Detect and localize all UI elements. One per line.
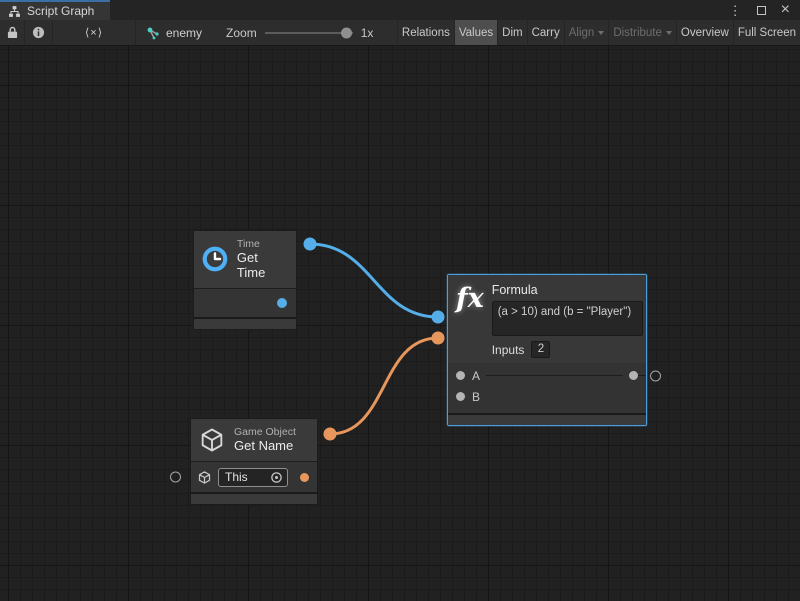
lock-icon [7, 26, 18, 39]
node-title: Formula [492, 283, 643, 297]
tabbar-spacer [110, 0, 729, 20]
tab-script-graph[interactable]: Script Graph [0, 0, 110, 20]
maximize-icon[interactable] [757, 6, 766, 15]
node-labels: Time Get Time [237, 238, 286, 281]
formula-expression-input[interactable]: (a > 10) and (b = "Player") [492, 301, 643, 336]
wire-endpoint[interactable] [324, 428, 337, 441]
node-ports-row: This [191, 462, 317, 492]
formula-fx-icon: fx [456, 285, 484, 358]
result-output-port[interactable] [629, 371, 638, 380]
info-button[interactable] [25, 20, 53, 45]
input-port-a[interactable] [456, 371, 465, 380]
wire-endpoint[interactable] [432, 311, 445, 324]
node-labels: Game Object Get Name [234, 426, 296, 454]
name-output-port[interactable] [300, 473, 309, 482]
breadcrumb-graph-name: enemy [166, 26, 202, 40]
zoom-slider-handle[interactable] [341, 27, 352, 38]
code-brackets-icon: ⟨×⟩ [85, 26, 103, 39]
wire-layer [0, 46, 800, 601]
tab-bar: Script Graph ⋮ × [0, 0, 800, 20]
object-picker-icon[interactable] [270, 471, 283, 484]
distribute-button: Distribute [608, 20, 676, 45]
wire-endpoint[interactable] [304, 238, 317, 251]
node-footer [194, 317, 296, 329]
inputs-label: Inputs [492, 343, 525, 357]
relations-button[interactable]: Relations [397, 20, 454, 45]
node-ports-row [194, 289, 296, 317]
target-cube-icon [197, 470, 212, 485]
port-label: A [472, 369, 480, 383]
port-row-b: B [448, 386, 646, 407]
window-controls: ⋮ × [729, 0, 800, 20]
wire-get-time-to-formula-a[interactable] [310, 244, 438, 317]
values-button[interactable]: Values [454, 20, 497, 45]
code-preview-button[interactable]: ⟨×⟩ [53, 20, 136, 45]
inputs-count-field[interactable]: 2 [531, 341, 550, 358]
game-object-cube-icon [198, 426, 226, 454]
node-formula[interactable]: fx Formula (a > 10) and (b = "Player") I… [447, 274, 647, 426]
node-header[interactable]: fx Formula (a > 10) and (b = "Player") I… [448, 275, 646, 363]
port-connector-line [638, 375, 646, 376]
zoom-control: Zoom 1x [226, 20, 373, 45]
close-icon[interactable]: × [781, 2, 790, 18]
value-output-port[interactable] [277, 298, 287, 308]
zoom-label: Zoom [226, 26, 257, 40]
node-category: Game Object [234, 426, 296, 438]
zoom-slider[interactable] [265, 32, 353, 34]
lock-button[interactable] [0, 20, 25, 45]
target-object-value: This [225, 470, 248, 484]
node-category: Time [237, 238, 286, 250]
wire-get-name-to-formula-b[interactable] [330, 338, 438, 434]
tab-title: Script Graph [27, 4, 94, 18]
output-port-unconnected[interactable] [650, 370, 661, 381]
port-row-a: A [448, 365, 646, 386]
node-header[interactable]: Time Get Time [194, 231, 296, 289]
node-header[interactable]: Game Object Get Name [191, 419, 317, 462]
dim-button[interactable]: Dim [497, 20, 526, 45]
formula-header-content: Formula (a > 10) and (b = "Player") Inpu… [492, 283, 643, 358]
input-port-b[interactable] [456, 392, 465, 401]
align-button: Align [564, 20, 609, 45]
dropdown-arrow-icon [666, 31, 672, 35]
port-label: B [472, 390, 480, 404]
info-icon [32, 26, 45, 39]
clock-icon [201, 244, 229, 274]
graph-canvas[interactable]: Time Get Time fx Formula (a > 10) and (b… [0, 46, 800, 601]
overview-button[interactable]: Overview [676, 20, 733, 45]
node-footer [191, 492, 317, 504]
zoom-value: 1x [361, 26, 374, 40]
node-title: Get Time [237, 251, 286, 281]
window-menu-icon[interactable]: ⋮ [729, 4, 742, 17]
formula-inputs-row: Inputs 2 [492, 341, 643, 358]
input-port-unconnected[interactable] [170, 472, 181, 483]
graph-icon [146, 26, 160, 40]
node-get-name[interactable]: Game Object Get Name This [190, 418, 318, 505]
breadcrumb[interactable]: enemy [136, 20, 212, 45]
node-footer [448, 413, 646, 425]
target-object-field[interactable]: This [218, 468, 288, 487]
wire-endpoint[interactable] [432, 332, 445, 345]
carry-button[interactable]: Carry [527, 20, 564, 45]
hierarchy-icon [8, 5, 21, 18]
node-title: Get Name [234, 439, 296, 454]
graph-toolbar: ⟨×⟩ enemy Zoom 1x Relations Values Dim C… [0, 20, 800, 46]
port-connector-line [486, 375, 623, 376]
formula-ports: A B [448, 363, 646, 407]
full-screen-button[interactable]: Full Screen [733, 20, 800, 45]
toolbar-buttons: Relations Values Dim Carry Align Distrib… [397, 20, 800, 45]
node-get-time[interactable]: Time Get Time [193, 230, 297, 330]
dropdown-arrow-icon [598, 31, 604, 35]
